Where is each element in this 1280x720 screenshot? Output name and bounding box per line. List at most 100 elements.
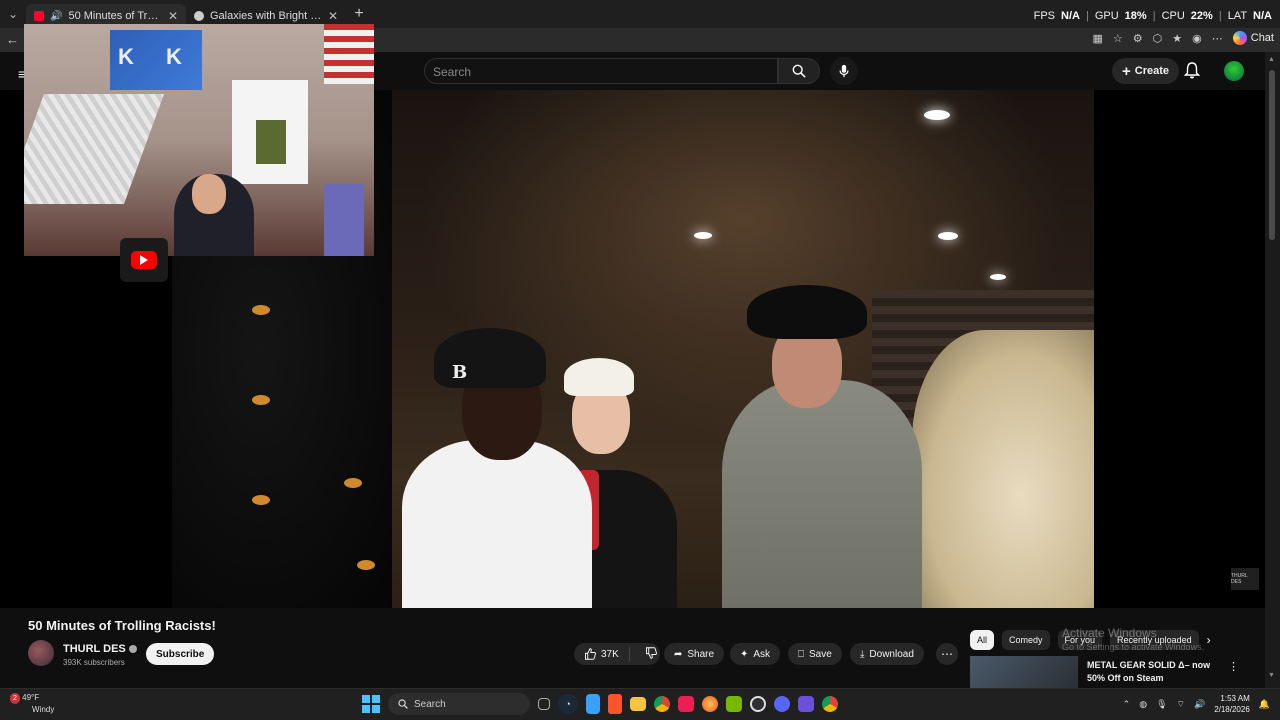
suggestion-title[interactable]: METAL GEAR SOLID Δ– now 50% Off on Steam xyxy=(1087,659,1227,685)
network-icon[interactable]: ◍ xyxy=(1139,699,1147,710)
search-icon xyxy=(398,699,408,709)
notifications-bell-icon[interactable] xyxy=(1184,62,1200,79)
search-input[interactable]: Search xyxy=(424,58,778,84)
suggestion-thumbnail[interactable] xyxy=(970,656,1078,688)
channel-watermark[interactable]: THURL DES xyxy=(1231,568,1259,590)
search-button[interactable] xyxy=(778,58,820,84)
verified-badge-icon xyxy=(128,645,137,654)
chevron-up-icon[interactable]: ⌃ xyxy=(1123,699,1131,710)
task-view-icon[interactable] xyxy=(538,698,550,710)
temperature: 49°F xyxy=(22,693,40,702)
weather-condition: Windy xyxy=(32,705,55,714)
chip-all[interactable]: All xyxy=(970,630,995,650)
video-title: 50 Minutes of Trolling Racists! xyxy=(28,618,216,633)
youtube-favicon-icon xyxy=(34,11,44,21)
page-scrollbar[interactable]: ▲ ▼ xyxy=(1265,52,1280,688)
copilot-icon xyxy=(1232,31,1247,45)
cpu-value: 22% xyxy=(1190,10,1213,22)
chip-comedy[interactable]: Comedy xyxy=(1002,630,1050,650)
windows-start-icon[interactable] xyxy=(362,695,380,713)
profile-icon[interactable]: ◉ xyxy=(1192,32,1202,45)
youtube-logo-icon xyxy=(120,238,168,282)
video-info: 50 Minutes of Trolling Racists! THURL DE… xyxy=(0,608,1265,688)
nvidia-icon[interactable] xyxy=(726,696,742,712)
obs-icon[interactable] xyxy=(750,696,766,712)
favorite-star-icon[interactable]: ☆ xyxy=(1113,32,1123,45)
chevron-right-icon[interactable]: › xyxy=(1207,633,1211,647)
file-explorer-icon[interactable] xyxy=(630,697,646,711)
thumbs-down-icon xyxy=(645,646,657,659)
fps-label: FPS xyxy=(1033,10,1056,22)
sparkle-icon: ✦ xyxy=(740,648,749,660)
toolbar-icons: ▦ ☆ ⚙ ⬡ ★ ◉ ⋯ Chat xyxy=(1093,31,1274,45)
windows-taskbar: 2 49°F Windy Search ◔ ⌃ ◍ 🎙 ⌔ 🔊 1:53 AM … xyxy=(0,688,1280,720)
volume-icon[interactable]: 🔊 xyxy=(1194,699,1205,710)
download-button[interactable]: ⤓ Download xyxy=(850,643,924,665)
system-clock[interactable]: 1:53 AM 2/18/2026 xyxy=(1214,693,1250,715)
chrome-profile-icon[interactable] xyxy=(822,696,838,712)
notepad-icon[interactable] xyxy=(586,694,600,714)
more-menu-icon[interactable]: ⋯ xyxy=(1212,32,1223,45)
chrome-icon[interactable] xyxy=(654,696,670,712)
more-actions-button[interactable]: ⋯ xyxy=(936,643,958,665)
thumbs-up-icon xyxy=(585,648,596,660)
scrollbar-thumb[interactable] xyxy=(1269,70,1275,240)
gpu-value: 18% xyxy=(1124,10,1147,22)
share-arrow-icon: ➦ xyxy=(674,648,683,660)
like-button[interactable]: 37K xyxy=(574,647,630,661)
search-icon xyxy=(792,64,806,78)
back-arrow-icon[interactable]: ← xyxy=(6,32,19,47)
taskbar-search[interactable]: Search xyxy=(388,693,530,715)
tab-title: 50 Minutes of Trolling Racists! xyxy=(68,10,161,22)
extensions-icon[interactable]: ⚙ xyxy=(1133,32,1143,45)
weather-widget[interactable]: 2 49°F Windy xyxy=(10,692,54,715)
account-avatar[interactable] xyxy=(1224,61,1244,81)
capcut-icon[interactable] xyxy=(678,696,694,712)
cpu-label: CPU xyxy=(1161,10,1185,22)
reader-icon[interactable]: ▦ xyxy=(1093,32,1103,45)
new-tab-button[interactable]: + xyxy=(346,5,372,23)
dislike-button[interactable] xyxy=(635,646,667,662)
lat-label: LAT xyxy=(1227,10,1248,22)
activate-windows-watermark: Activate Windows xyxy=(1062,626,1157,640)
voice-search-button[interactable] xyxy=(830,57,858,85)
system-tray: ⌃ ◍ 🎙 ⌔ 🔊 1:53 AM 2/18/2026 🔔 xyxy=(1123,693,1270,715)
create-button[interactable]: + Create xyxy=(1112,58,1180,84)
steam-icon[interactable]: ◔ xyxy=(558,694,578,714)
scroll-down-icon[interactable]: ▼ xyxy=(1268,672,1275,679)
like-dislike-group: 37K xyxy=(574,643,660,665)
notification-bell-icon[interactable]: 🔔 xyxy=(1259,699,1270,710)
speaker-icon[interactable]: 🔊 xyxy=(50,11,62,22)
clock-time: 1:53 AM xyxy=(1220,694,1250,703)
firefox-icon[interactable] xyxy=(702,696,718,712)
favorites-icon[interactable]: ★ xyxy=(1172,32,1182,45)
channel-name[interactable]: THURL DES xyxy=(63,643,137,655)
close-tab-icon[interactable]: ✕ xyxy=(168,9,178,23)
discord-icon[interactable] xyxy=(774,696,790,712)
microphone-tray-icon[interactable]: 🎙 xyxy=(1156,699,1167,710)
download-icon: ⤓ xyxy=(860,648,865,660)
channel-avatar[interactable] xyxy=(28,640,54,666)
plus-icon: + xyxy=(1122,62,1131,80)
copilot-chat-button[interactable]: Chat xyxy=(1232,31,1274,45)
scroll-up-icon[interactable]: ▲ xyxy=(1268,56,1275,63)
page-favicon-icon xyxy=(194,11,204,21)
bookmark-icon: ⎕ xyxy=(798,648,804,660)
brave-icon[interactable] xyxy=(608,694,622,714)
app-grid-icon[interactable] xyxy=(798,696,814,712)
wifi-icon[interactable]: ⌔ xyxy=(1177,699,1185,710)
close-tab-icon[interactable]: ✕ xyxy=(328,9,338,23)
microphone-icon xyxy=(839,64,849,78)
save-button[interactable]: ⎕ Save xyxy=(788,643,842,665)
ask-button[interactable]: ✦ Ask xyxy=(730,643,781,665)
create-label: Create xyxy=(1134,65,1170,77)
subscribe-button[interactable]: Subscribe xyxy=(146,643,215,665)
share-button[interactable]: ➦ Share xyxy=(664,643,725,665)
suggestion-more-icon[interactable]: ⋮ xyxy=(1228,660,1239,673)
subscriber-count: 393K subscribers xyxy=(63,658,125,667)
extension-icon[interactable]: ⬡ xyxy=(1153,32,1163,45)
performance-overlay: FPS N/A | GPU 18% | CPU 22% | LAT N/A xyxy=(1033,10,1272,22)
notification-badge: 2 xyxy=(10,693,20,704)
tab-list-button[interactable]: ⌄ xyxy=(0,0,26,28)
clock-date: 2/18/2026 xyxy=(1214,705,1250,714)
